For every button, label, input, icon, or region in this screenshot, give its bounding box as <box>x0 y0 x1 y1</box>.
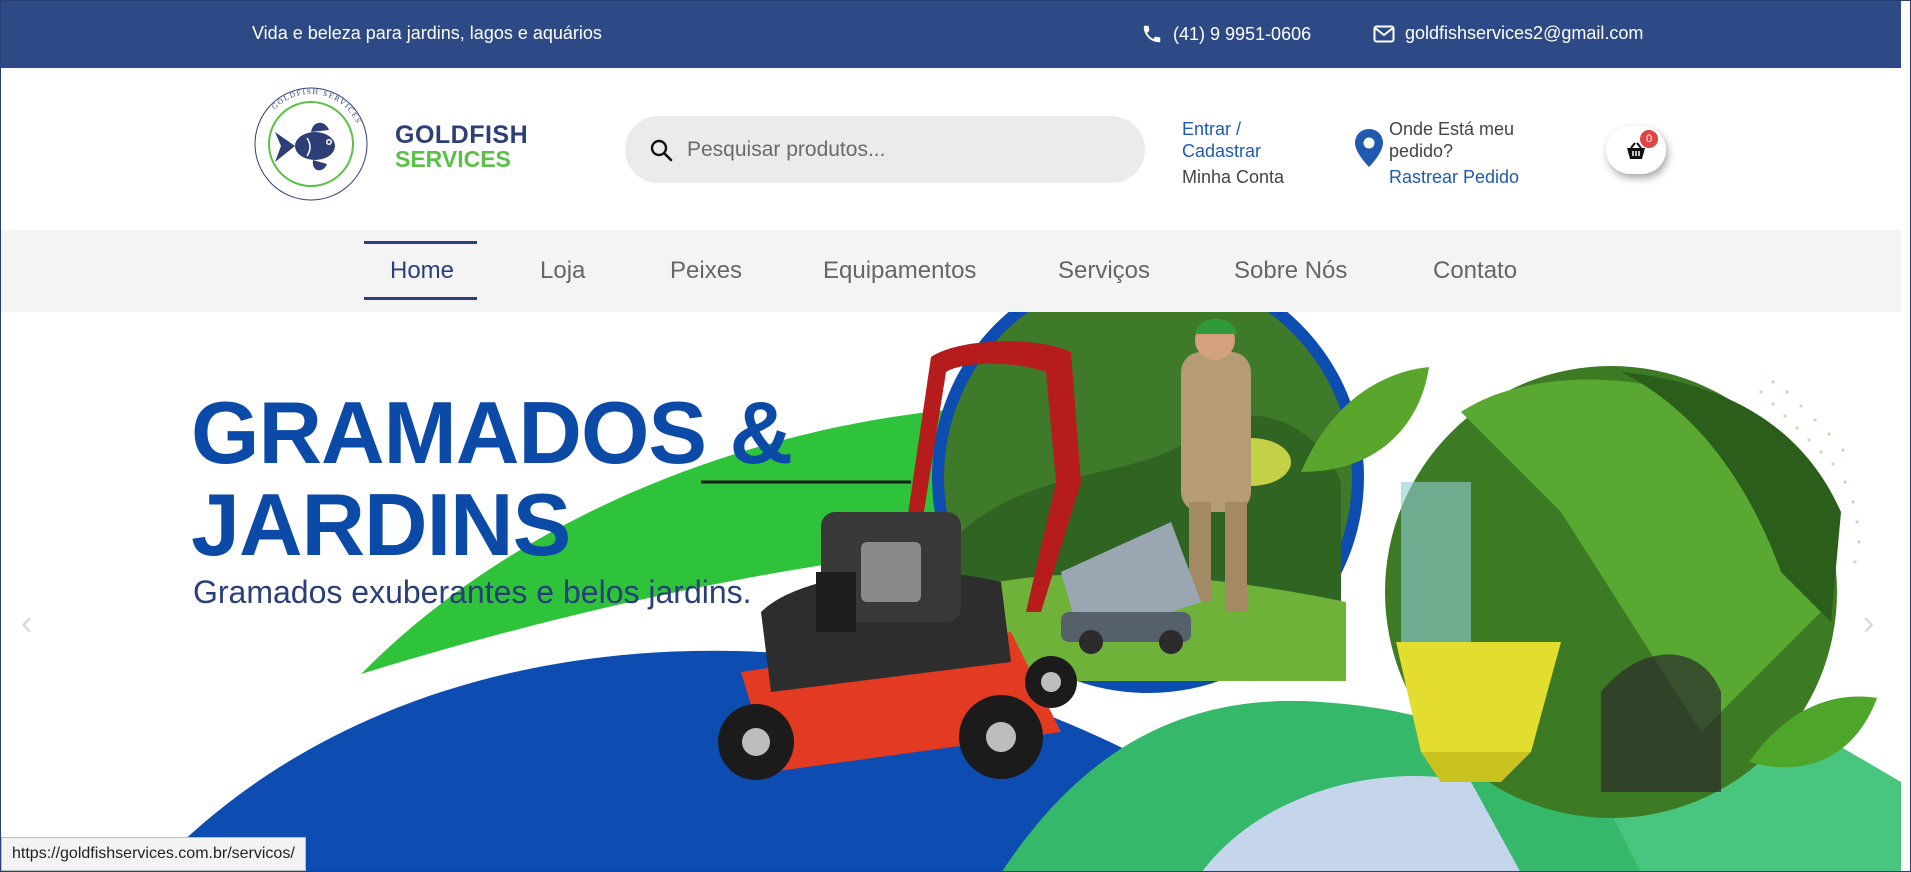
email-address: goldfishservices2@gmail.com <box>1405 23 1644 43</box>
top-bar: Vida e beleza para jardins, lagos e aquá… <box>1 1 1901 68</box>
chevron-right-icon[interactable]: › <box>1863 604 1874 643</box>
nav-active-indicator-top <box>364 241 477 244</box>
login-link[interactable]: Entrar / Cadastrar <box>1182 118 1272 162</box>
nav-active-indicator-bottom <box>364 297 477 300</box>
my-account-label[interactable]: Minha Conta <box>1182 166 1284 188</box>
nav-home[interactable]: Home <box>390 257 454 285</box>
search-icon[interactable] <box>649 138 673 167</box>
order-tracking: Onde Está meu pedido? Rastrear Pedido <box>1389 118 1529 188</box>
nav-servicos[interactable]: Serviços <box>1058 257 1150 285</box>
hero-title-line-1: GRAMADOS & <box>191 383 793 482</box>
search-input[interactable] <box>687 116 1127 183</box>
phone-contact[interactable]: (41) 9 9951-0606 <box>1141 23 1311 45</box>
phone-icon <box>1141 23 1163 45</box>
brand-name[interactable]: GOLDFISH SERVICES <box>395 121 529 172</box>
track-order-link[interactable]: Rastrear Pedido <box>1389 166 1529 188</box>
nav-peixes[interactable]: Peixes <box>670 257 742 285</box>
nav-sobre-nos[interactable]: Sobre Nós <box>1234 257 1347 285</box>
main-nav: Home Loja Peixes Equipamentos Serviços S… <box>1 230 1901 312</box>
nav-contato[interactable]: Contato <box>1433 257 1517 285</box>
nav-equipamentos[interactable]: Equipamentos <box>823 257 976 285</box>
hero-title: GRAMADOS & JARDINS <box>191 383 793 574</box>
cart-button[interactable]: 0 <box>1606 126 1666 174</box>
page: Vida e beleza para jardins, lagos e aquá… <box>0 0 1911 872</box>
logo-emblem[interactable]: GOLDFISH SERVICES <box>253 86 369 202</box>
search-box <box>625 116 1145 183</box>
track-question: Onde Está meu pedido? <box>1389 119 1515 161</box>
nav-loja[interactable]: Loja <box>540 257 585 285</box>
brand-line-2: SERVICES <box>395 146 511 172</box>
account-area: Entrar / Cadastrar Minha Conta <box>1182 118 1284 188</box>
mail-icon <box>1373 25 1395 43</box>
cart-count-badge: 0 <box>1640 130 1658 148</box>
chevron-left-icon[interactable]: ‹ <box>21 604 32 643</box>
tagline: Vida e beleza para jardins, lagos e aquá… <box>252 23 602 43</box>
status-bar-url: https://goldfishservices.com.br/servicos… <box>1 837 306 871</box>
hero-title-line-2: JARDINS <box>191 475 571 574</box>
phone-number: (41) 9 9951-0606 <box>1173 23 1312 44</box>
email-contact[interactable]: goldfishservices2@gmail.com <box>1373 23 1643 44</box>
site-header: GOLDFISH SERVICES GOLDFISH SERVICES Pesq… <box>1 68 1901 230</box>
hero-slider: GRAMADOS & JARDINS Gramados exuberantes … <box>1 312 1901 871</box>
brand-line-1: GOLDFISH <box>395 121 529 149</box>
location-pin-icon <box>1355 129 1383 172</box>
hero-subtitle: Gramados exuberantes e belos jardins. <box>193 574 752 610</box>
